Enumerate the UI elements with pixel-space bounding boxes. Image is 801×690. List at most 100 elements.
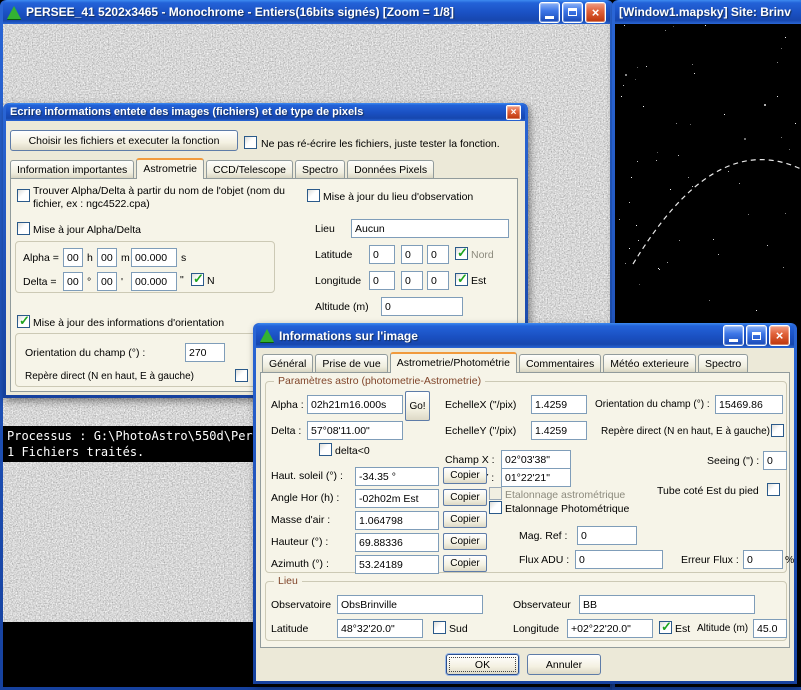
etalonnage-astrometrique-checkbox[interactable] xyxy=(489,487,502,500)
observatoire-input[interactable] xyxy=(337,595,483,614)
maj-orientation-label: Mise à jour des informations d'orientati… xyxy=(33,317,224,329)
delta-m-input[interactable] xyxy=(97,272,117,291)
longitude-input[interactable] xyxy=(567,619,653,638)
echellex-label: EchelleX ("/pix) xyxy=(445,399,516,411)
delta-input[interactable] xyxy=(307,421,403,440)
maj-orientation-checkbox[interactable] xyxy=(17,315,30,328)
tab-meteo-exterieure[interactable]: Météo exterieure xyxy=(603,354,696,372)
tab-spectro[interactable]: Spectro xyxy=(295,160,345,178)
copier-button[interactable]: Copier xyxy=(443,489,487,506)
repere-direct-label: Repère direct (N en haut, E à gauche) xyxy=(601,426,770,437)
maj-lieu-checkbox[interactable] xyxy=(307,189,320,202)
cancel-button[interactable]: Annuler xyxy=(527,654,601,675)
altitude-input[interactable] xyxy=(381,297,463,316)
copier-button[interactable]: Copier xyxy=(443,555,487,572)
star xyxy=(643,106,644,107)
flux-adu-input[interactable] xyxy=(575,550,663,569)
maj-alphadelta-checkbox[interactable] xyxy=(17,222,30,235)
tab-astrometrie[interactable]: Astrometrie xyxy=(136,158,204,179)
find-alphadelta-checkbox[interactable] xyxy=(17,189,30,202)
tab-spectro[interactable]: Spectro xyxy=(698,354,748,372)
latitude-deg-input[interactable] xyxy=(369,245,395,264)
orientation-input[interactable] xyxy=(715,395,783,414)
tab-general[interactable]: Général xyxy=(262,354,313,372)
mag-ref-input[interactable] xyxy=(577,526,637,545)
haut-soleil-input[interactable] xyxy=(355,467,439,486)
latitude-input[interactable] xyxy=(337,619,423,638)
azimuth-input[interactable] xyxy=(355,555,439,574)
repere-direct-checkbox[interactable] xyxy=(235,369,248,382)
star xyxy=(781,137,782,138)
echelley-input[interactable] xyxy=(531,421,587,440)
star xyxy=(795,123,796,124)
minimize-icon[interactable] xyxy=(539,2,560,23)
delta-negatif-checkbox[interactable] xyxy=(319,443,332,456)
star xyxy=(748,214,749,215)
maximize-icon[interactable] xyxy=(562,2,583,23)
tab-ccd-telescope[interactable]: CCD/Telescope xyxy=(206,160,293,178)
tube-est-checkbox[interactable] xyxy=(767,483,780,496)
observateur-input[interactable] xyxy=(579,595,755,614)
erreur-flux-input[interactable] xyxy=(743,550,783,569)
execute-function-button[interactable]: Choisir les fichiers et executer la fonc… xyxy=(10,130,238,151)
go-button[interactable]: Go! xyxy=(405,391,430,421)
longitude-deg-input[interactable] xyxy=(369,271,395,290)
observatoire-label: Observatoire xyxy=(271,599,331,611)
est-checkbox[interactable] xyxy=(455,273,468,286)
est-checkbox[interactable] xyxy=(659,621,672,634)
echelley-label: EchelleY ("/pix) xyxy=(445,425,516,437)
echellex-input[interactable] xyxy=(531,395,587,414)
alpha-s-input[interactable] xyxy=(131,248,177,267)
nord-checkbox[interactable] xyxy=(455,247,468,260)
star xyxy=(785,37,786,38)
star xyxy=(690,124,691,125)
tab-astrometrie-photometrie[interactable]: Astrometrie/Photométrie xyxy=(390,352,517,373)
delta-s-input[interactable] xyxy=(131,272,177,291)
altitude-input[interactable] xyxy=(753,619,787,638)
star xyxy=(777,62,778,63)
ok-button[interactable]: OK xyxy=(446,654,519,675)
close-icon[interactable]: × xyxy=(585,2,606,23)
alpha-h-input[interactable] xyxy=(63,248,83,267)
star xyxy=(625,263,626,264)
champ-y-input[interactable] xyxy=(501,468,571,487)
copier-button[interactable]: Copier xyxy=(443,467,487,484)
close-icon[interactable]: × xyxy=(769,325,790,346)
maximize-icon[interactable] xyxy=(746,325,767,346)
tab-prise-de-vue[interactable]: Prise de vue xyxy=(315,354,387,372)
repere-direct-checkbox[interactable] xyxy=(771,424,784,437)
close-icon[interactable]: × xyxy=(506,105,521,120)
orientation-input[interactable] xyxy=(185,343,225,362)
star xyxy=(785,213,786,214)
delta-d-input[interactable] xyxy=(63,272,83,291)
masse-air-input[interactable] xyxy=(355,511,439,530)
tab-information-importantes[interactable]: Information importantes xyxy=(10,160,134,178)
alpha-m-input[interactable] xyxy=(97,248,117,267)
minimize-icon[interactable] xyxy=(723,325,744,346)
tab-donnees-pixels[interactable]: Données Pixels xyxy=(347,160,434,178)
latitude-sec-input[interactable] xyxy=(427,245,449,264)
delta-nord-checkbox[interactable] xyxy=(191,273,204,286)
sky-window-titlebar[interactable]: [Window1.mapsky] Site: Brinv xyxy=(615,0,801,24)
champ-x-input[interactable] xyxy=(501,450,571,469)
copier-button[interactable]: Copier xyxy=(443,533,487,550)
seeing-input[interactable] xyxy=(763,451,787,470)
angle-hor-input[interactable] xyxy=(355,489,439,508)
sky-window-title: [Window1.mapsky] Site: Brinv xyxy=(619,5,800,19)
latitude-min-input[interactable] xyxy=(401,245,423,264)
main-window-titlebar[interactable]: PERSEE_41 5202x3465 - Monochrome - Entie… xyxy=(3,0,610,24)
alpha-input[interactable] xyxy=(307,395,403,414)
longitude-min-input[interactable] xyxy=(401,271,423,290)
copier-button[interactable]: Copier xyxy=(443,511,487,528)
star xyxy=(688,177,689,178)
lieu-input[interactable] xyxy=(351,219,509,238)
tab-commentaires[interactable]: Commentaires xyxy=(519,354,601,372)
test-function-checkbox[interactable] xyxy=(244,136,257,149)
haut-soleil-label: Haut. soleil (°) : xyxy=(271,470,343,482)
sud-checkbox[interactable] xyxy=(433,621,446,634)
etalonnage-photometrique-checkbox[interactable] xyxy=(489,501,502,514)
info-dialog-titlebar[interactable]: Informations sur l'image × xyxy=(256,323,794,348)
longitude-sec-input[interactable] xyxy=(427,271,449,290)
hauteur-input[interactable] xyxy=(355,533,439,552)
header-dialog-titlebar[interactable]: Ecrire informations entete des images (f… xyxy=(6,103,525,121)
